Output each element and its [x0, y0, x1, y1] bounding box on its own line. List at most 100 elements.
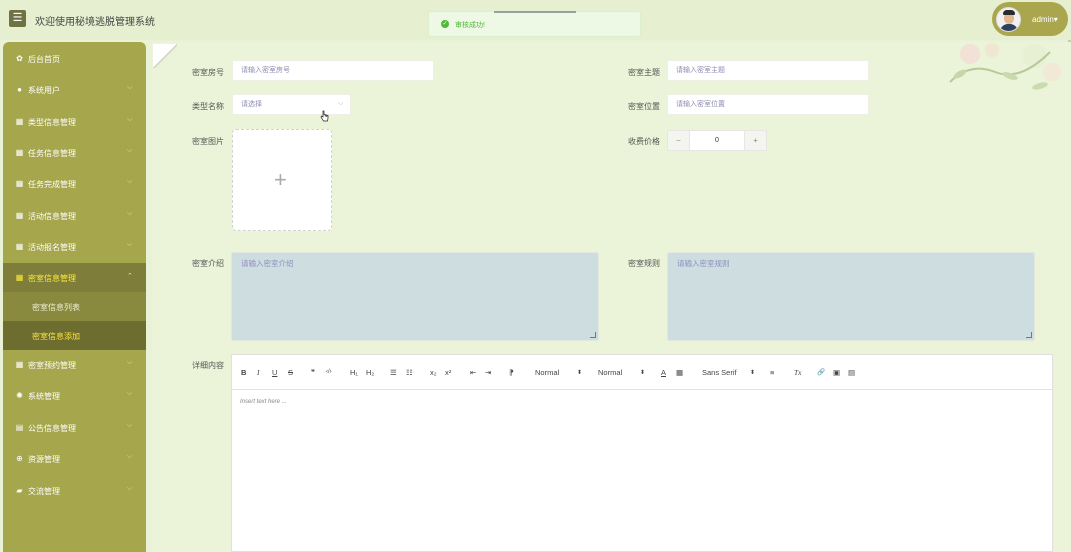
- toast-message: 审核成功!: [455, 22, 485, 29]
- strike-button[interactable]: S: [288, 368, 293, 377]
- header-dropdown-icon: ⬍: [640, 370, 646, 376]
- clear-format-icon[interactable]: Tx: [794, 368, 802, 377]
- chevron-down-icon: ⌵: [127, 178, 133, 185]
- grid-icon: ▦: [15, 360, 24, 369]
- sidebar-item-resources[interactable]: ⊕ 资源管理 ⌵: [3, 444, 146, 473]
- top-header: ☰ 欢迎使用秘境逃脱管理系统 ✓ 审核成功! admin▾: [0, 0, 1071, 40]
- chevron-up-icon: ⌃: [127, 273, 133, 280]
- editor-placeholder[interactable]: Insert text here ...: [240, 399, 287, 405]
- ordered-list-icon[interactable]: ☰: [390, 368, 397, 377]
- video-icon[interactable]: ▤: [848, 368, 855, 377]
- gear-icon: ✺: [16, 391, 23, 400]
- intro-label: 密室介绍: [192, 259, 224, 268]
- bold-button[interactable]: B: [241, 368, 246, 377]
- check-circle-icon: ✓: [441, 20, 449, 28]
- link-icon[interactable]: 🔗: [817, 368, 825, 376]
- underline-button[interactable]: U: [272, 368, 277, 377]
- sidebar-subitem-room-add[interactable]: 密室信息添加: [3, 321, 146, 350]
- sidebar-item-task-completion[interactable]: ▦ 任务完成管理 ⌵: [3, 169, 146, 198]
- room-no-input[interactable]: 请输入密室房号: [232, 60, 434, 81]
- sidebar-item-tasks[interactable]: ▦ 任务信息管理 ⌵: [3, 138, 146, 167]
- text-direction-icon[interactable]: ⁋: [509, 368, 514, 377]
- chevron-down-icon: ⌵: [127, 422, 133, 429]
- sidebar-item-communication[interactable]: ▰ 交流管理 ⌵: [3, 476, 146, 505]
- size-dropdown-icon: ⬍: [577, 370, 583, 376]
- decrement-button[interactable]: −: [668, 131, 690, 150]
- sidebar-item-system[interactable]: ✺ 系统管理 ⌵: [3, 381, 146, 410]
- grid-icon: ▦: [15, 211, 24, 220]
- page-fold-decoration: [153, 44, 177, 68]
- header-select[interactable]: Normal: [598, 368, 622, 377]
- plus-icon: +: [274, 167, 287, 192]
- sidebar-item-activities[interactable]: ▦ 活动信息管理 ⌵: [3, 201, 146, 230]
- location-label: 密室位置: [628, 102, 660, 111]
- grid-icon: ▦: [15, 179, 24, 188]
- align-icon[interactable]: ≡: [770, 368, 774, 377]
- chevron-down-icon: ⌵: [127, 359, 133, 366]
- sidebar: ✿ 后台首页 ● 系统用户 ⌵ ▦ 类型信息管理 ⌵ ▦ 任务信息管理 ⌵ ▦ 任务完成管理 ⌵ …: [3, 42, 146, 552]
- detail-label: 详细内容: [192, 361, 224, 370]
- app-title: 欢迎使用秘境逃脱管理系统: [35, 17, 155, 28]
- price-stepper[interactable]: − 0 +: [667, 130, 767, 151]
- resize-handle[interactable]: [1026, 332, 1032, 338]
- italic-button[interactable]: I: [257, 368, 260, 377]
- caret-down-icon: ▾: [1053, 15, 1058, 24]
- indent-icon[interactable]: ⇥: [485, 368, 491, 377]
- document-icon: ▤: [15, 423, 24, 432]
- plus-circle-icon: ⊕: [16, 454, 23, 463]
- username[interactable]: admin▾: [1032, 15, 1058, 24]
- header1-button[interactable]: H₁: [350, 368, 358, 377]
- user-menu[interactable]: admin▾: [992, 2, 1068, 36]
- rich-text-editor: B I U S ❞ ‹/› H₁ H₂ ☰ ☷ x₂ x² ⇤ ⇥ ⁋ Norm…: [231, 354, 1053, 552]
- sidebar-subitem-room-list[interactable]: 密室信息列表: [3, 292, 146, 321]
- sidebar-item-home[interactable]: ✿ 后台首页: [3, 44, 146, 73]
- outdent-icon[interactable]: ⇤: [470, 368, 476, 377]
- location-input[interactable]: 请输入密室位置: [667, 94, 869, 115]
- type-label: 类型名称: [192, 102, 224, 111]
- superscript-button[interactable]: x²: [445, 368, 451, 377]
- editor-toolbar: B I U S ❞ ‹/› H₁ H₂ ☰ ☷ x₂ x² ⇤ ⇥ ⁋ Norm…: [232, 355, 1052, 390]
- theme-input[interactable]: 请输入密室主题: [667, 60, 869, 81]
- user-icon: ●: [17, 85, 22, 94]
- mouse-cursor-icon: [320, 110, 329, 122]
- hamburger-icon[interactable]: ☰: [9, 10, 26, 27]
- resize-handle[interactable]: [590, 332, 596, 338]
- price-label: 收费价格: [628, 137, 660, 146]
- subscript-button[interactable]: x₂: [430, 368, 437, 377]
- chevron-down-icon: ⌵: [127, 147, 133, 154]
- chevron-down-icon: ⌵: [127, 390, 133, 397]
- success-toast: ✓ 审核成功!: [428, 11, 641, 37]
- room-no-label: 密室房号: [192, 68, 224, 77]
- sidebar-item-users[interactable]: ● 系统用户 ⌵: [3, 75, 146, 104]
- image-icon[interactable]: ▣: [833, 368, 840, 377]
- chat-icon: ▰: [16, 486, 23, 495]
- theme-label: 密室主题: [628, 68, 660, 77]
- sidebar-item-types[interactable]: ▦ 类型信息管理 ⌵: [3, 107, 146, 136]
- chevron-down-icon: ⌵: [127, 453, 133, 460]
- font-color-icon[interactable]: A: [661, 368, 666, 377]
- price-value[interactable]: 0: [690, 131, 744, 150]
- avatar: [996, 7, 1021, 32]
- header2-button[interactable]: H₂: [366, 368, 374, 377]
- grid-icon: ▦: [15, 273, 24, 282]
- font-select[interactable]: Sans Serif: [702, 368, 737, 377]
- image-upload[interactable]: +: [232, 129, 332, 231]
- sidebar-item-rooms[interactable]: ▦ 密室信息管理 ⌃: [3, 263, 146, 292]
- size-select[interactable]: Normal: [535, 368, 559, 377]
- sidebar-item-activity-signup[interactable]: ▦ 活动报名管理 ⌵: [3, 232, 146, 261]
- intro-textarea[interactable]: 请输入密室介绍: [231, 252, 599, 341]
- blockquote-icon[interactable]: ❞: [311, 368, 315, 377]
- font-dropdown-icon: ⬍: [750, 370, 756, 376]
- grid-icon: ▦: [15, 117, 24, 126]
- rules-textarea[interactable]: 请输入密室规则: [667, 252, 1035, 341]
- chevron-down-icon: ⌵: [127, 84, 133, 91]
- sidebar-item-reservations[interactable]: ▦ 密室预约管理 ⌵: [3, 350, 146, 379]
- sidebar-item-notices[interactable]: ▤ 公告信息管理 ⌵: [3, 413, 146, 442]
- bullet-list-icon[interactable]: ☷: [406, 368, 413, 377]
- type-select[interactable]: 请选择: [232, 94, 351, 115]
- increment-button[interactable]: +: [744, 131, 766, 150]
- code-icon[interactable]: ‹/›: [326, 369, 332, 375]
- image-label: 密室图片: [192, 137, 224, 146]
- home-icon: ✿: [16, 54, 23, 63]
- background-color-icon[interactable]: ▦: [676, 368, 683, 377]
